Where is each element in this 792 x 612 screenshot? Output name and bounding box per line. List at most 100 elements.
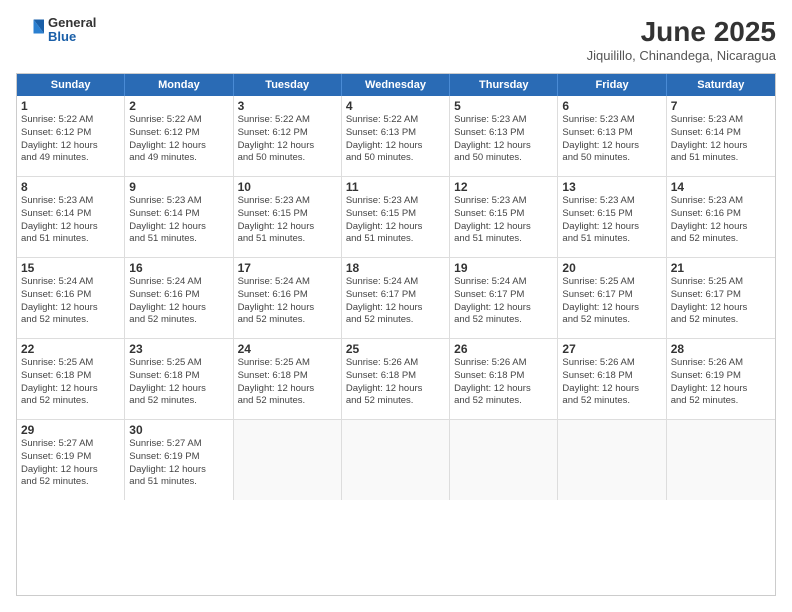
calendar-row-1: 1Sunrise: 5:22 AM Sunset: 6:12 PM Daylig… — [17, 96, 775, 177]
cal-cell-2-7: 14Sunrise: 5:23 AM Sunset: 6:16 PM Dayli… — [667, 177, 775, 257]
day-number: 12 — [454, 180, 553, 194]
cal-cell-4-2: 23Sunrise: 5:25 AM Sunset: 6:18 PM Dayli… — [125, 339, 233, 419]
day-info: Sunrise: 5:26 AM Sunset: 6:18 PM Dayligh… — [454, 357, 553, 408]
day-info: Sunrise: 5:24 AM Sunset: 6:17 PM Dayligh… — [346, 276, 445, 327]
cal-cell-3-4: 18Sunrise: 5:24 AM Sunset: 6:17 PM Dayli… — [342, 258, 450, 338]
location: Jiquilillo, Chinandega, Nicaragua — [587, 48, 776, 63]
header-saturday: Saturday — [667, 74, 775, 96]
cal-cell-1-2: 2Sunrise: 5:22 AM Sunset: 6:12 PM Daylig… — [125, 96, 233, 176]
logo-text: General Blue — [48, 16, 96, 45]
day-info: Sunrise: 5:25 AM Sunset: 6:18 PM Dayligh… — [129, 357, 228, 408]
calendar-row-4: 22Sunrise: 5:25 AM Sunset: 6:18 PM Dayli… — [17, 339, 775, 420]
cal-cell-3-6: 20Sunrise: 5:25 AM Sunset: 6:17 PM Dayli… — [558, 258, 666, 338]
day-info: Sunrise: 5:25 AM Sunset: 6:18 PM Dayligh… — [21, 357, 120, 408]
cal-cell-4-3: 24Sunrise: 5:25 AM Sunset: 6:18 PM Dayli… — [234, 339, 342, 419]
day-number: 21 — [671, 261, 771, 275]
day-info: Sunrise: 5:23 AM Sunset: 6:14 PM Dayligh… — [21, 195, 120, 246]
cal-cell-2-2: 9Sunrise: 5:23 AM Sunset: 6:14 PM Daylig… — [125, 177, 233, 257]
day-number: 28 — [671, 342, 771, 356]
cal-cell-5-4 — [342, 420, 450, 500]
day-number: 4 — [346, 99, 445, 113]
day-info: Sunrise: 5:22 AM Sunset: 6:12 PM Dayligh… — [21, 114, 120, 165]
day-info: Sunrise: 5:24 AM Sunset: 6:16 PM Dayligh… — [21, 276, 120, 327]
cal-cell-2-4: 11Sunrise: 5:23 AM Sunset: 6:15 PM Dayli… — [342, 177, 450, 257]
day-number: 17 — [238, 261, 337, 275]
calendar: Sunday Monday Tuesday Wednesday Thursday… — [16, 73, 776, 596]
cal-cell-4-5: 26Sunrise: 5:26 AM Sunset: 6:18 PM Dayli… — [450, 339, 558, 419]
cal-cell-2-5: 12Sunrise: 5:23 AM Sunset: 6:15 PM Dayli… — [450, 177, 558, 257]
day-info: Sunrise: 5:26 AM Sunset: 6:19 PM Dayligh… — [671, 357, 771, 408]
cal-cell-2-6: 13Sunrise: 5:23 AM Sunset: 6:15 PM Dayli… — [558, 177, 666, 257]
day-info: Sunrise: 5:23 AM Sunset: 6:16 PM Dayligh… — [671, 195, 771, 246]
day-number: 25 — [346, 342, 445, 356]
cal-cell-1-6: 6Sunrise: 5:23 AM Sunset: 6:13 PM Daylig… — [558, 96, 666, 176]
day-info: Sunrise: 5:26 AM Sunset: 6:18 PM Dayligh… — [346, 357, 445, 408]
title-section: June 2025 Jiquilillo, Chinandega, Nicara… — [587, 16, 776, 63]
calendar-body: 1Sunrise: 5:22 AM Sunset: 6:12 PM Daylig… — [17, 96, 775, 500]
calendar-row-3: 15Sunrise: 5:24 AM Sunset: 6:16 PM Dayli… — [17, 258, 775, 339]
header-friday: Friday — [558, 74, 666, 96]
cal-cell-5-5 — [450, 420, 558, 500]
header-sunday: Sunday — [17, 74, 125, 96]
cal-cell-2-3: 10Sunrise: 5:23 AM Sunset: 6:15 PM Dayli… — [234, 177, 342, 257]
day-number: 30 — [129, 423, 228, 437]
day-number: 29 — [21, 423, 120, 437]
day-info: Sunrise: 5:27 AM Sunset: 6:19 PM Dayligh… — [21, 438, 120, 489]
day-number: 19 — [454, 261, 553, 275]
cal-cell-2-1: 8Sunrise: 5:23 AM Sunset: 6:14 PM Daylig… — [17, 177, 125, 257]
day-info: Sunrise: 5:25 AM Sunset: 6:17 PM Dayligh… — [562, 276, 661, 327]
cal-cell-1-5: 5Sunrise: 5:23 AM Sunset: 6:13 PM Daylig… — [450, 96, 558, 176]
day-number: 18 — [346, 261, 445, 275]
day-info: Sunrise: 5:22 AM Sunset: 6:12 PM Dayligh… — [129, 114, 228, 165]
logo-blue: Blue — [48, 30, 96, 44]
day-info: Sunrise: 5:24 AM Sunset: 6:17 PM Dayligh… — [454, 276, 553, 327]
cal-cell-1-4: 4Sunrise: 5:22 AM Sunset: 6:13 PM Daylig… — [342, 96, 450, 176]
header-thursday: Thursday — [450, 74, 558, 96]
day-info: Sunrise: 5:23 AM Sunset: 6:14 PM Dayligh… — [129, 195, 228, 246]
calendar-row-2: 8Sunrise: 5:23 AM Sunset: 6:14 PM Daylig… — [17, 177, 775, 258]
cal-cell-5-1: 29Sunrise: 5:27 AM Sunset: 6:19 PM Dayli… — [17, 420, 125, 500]
day-info: Sunrise: 5:25 AM Sunset: 6:17 PM Dayligh… — [671, 276, 771, 327]
day-number: 16 — [129, 261, 228, 275]
cal-cell-5-7 — [667, 420, 775, 500]
cal-cell-4-6: 27Sunrise: 5:26 AM Sunset: 6:18 PM Dayli… — [558, 339, 666, 419]
day-number: 3 — [238, 99, 337, 113]
day-info: Sunrise: 5:23 AM Sunset: 6:15 PM Dayligh… — [238, 195, 337, 246]
cal-cell-3-3: 17Sunrise: 5:24 AM Sunset: 6:16 PM Dayli… — [234, 258, 342, 338]
day-info: Sunrise: 5:23 AM Sunset: 6:15 PM Dayligh… — [562, 195, 661, 246]
logo: General Blue — [16, 16, 96, 45]
day-info: Sunrise: 5:27 AM Sunset: 6:19 PM Dayligh… — [129, 438, 228, 489]
day-number: 7 — [671, 99, 771, 113]
cal-cell-3-2: 16Sunrise: 5:24 AM Sunset: 6:16 PM Dayli… — [125, 258, 233, 338]
day-number: 14 — [671, 180, 771, 194]
day-number: 24 — [238, 342, 337, 356]
header-wednesday: Wednesday — [342, 74, 450, 96]
day-info: Sunrise: 5:22 AM Sunset: 6:13 PM Dayligh… — [346, 114, 445, 165]
day-info: Sunrise: 5:22 AM Sunset: 6:12 PM Dayligh… — [238, 114, 337, 165]
day-number: 1 — [21, 99, 120, 113]
day-number: 8 — [21, 180, 120, 194]
day-info: Sunrise: 5:24 AM Sunset: 6:16 PM Dayligh… — [238, 276, 337, 327]
day-info: Sunrise: 5:25 AM Sunset: 6:18 PM Dayligh… — [238, 357, 337, 408]
day-number: 15 — [21, 261, 120, 275]
cal-cell-5-2: 30Sunrise: 5:27 AM Sunset: 6:19 PM Dayli… — [125, 420, 233, 500]
cal-cell-5-3 — [234, 420, 342, 500]
day-number: 20 — [562, 261, 661, 275]
day-info: Sunrise: 5:23 AM Sunset: 6:14 PM Dayligh… — [671, 114, 771, 165]
day-number: 2 — [129, 99, 228, 113]
day-number: 26 — [454, 342, 553, 356]
cal-cell-1-3: 3Sunrise: 5:22 AM Sunset: 6:12 PM Daylig… — [234, 96, 342, 176]
day-info: Sunrise: 5:23 AM Sunset: 6:13 PM Dayligh… — [562, 114, 661, 165]
calendar-header: Sunday Monday Tuesday Wednesday Thursday… — [17, 74, 775, 96]
day-number: 22 — [21, 342, 120, 356]
calendar-row-5: 29Sunrise: 5:27 AM Sunset: 6:19 PM Dayli… — [17, 420, 775, 500]
day-info: Sunrise: 5:26 AM Sunset: 6:18 PM Dayligh… — [562, 357, 661, 408]
day-info: Sunrise: 5:23 AM Sunset: 6:15 PM Dayligh… — [346, 195, 445, 246]
logo-general: General — [48, 16, 96, 30]
day-info: Sunrise: 5:23 AM Sunset: 6:13 PM Dayligh… — [454, 114, 553, 165]
header-tuesday: Tuesday — [234, 74, 342, 96]
cal-cell-1-1: 1Sunrise: 5:22 AM Sunset: 6:12 PM Daylig… — [17, 96, 125, 176]
cal-cell-4-4: 25Sunrise: 5:26 AM Sunset: 6:18 PM Dayli… — [342, 339, 450, 419]
cal-cell-5-6 — [558, 420, 666, 500]
cal-cell-4-1: 22Sunrise: 5:25 AM Sunset: 6:18 PM Dayli… — [17, 339, 125, 419]
